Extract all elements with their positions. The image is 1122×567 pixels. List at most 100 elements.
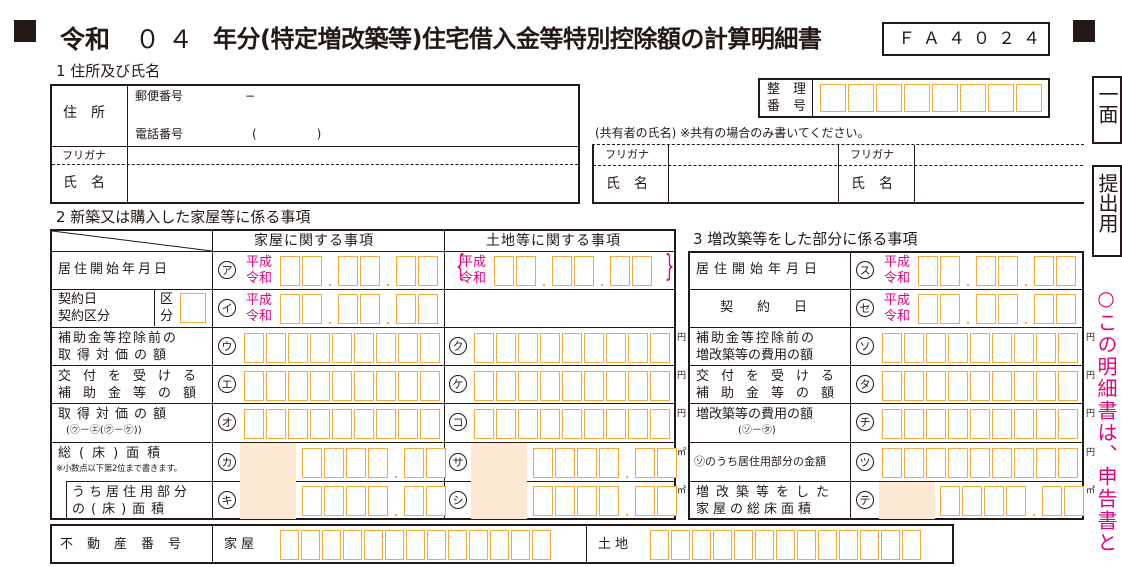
s3-contract-reiwa: 令和 — [884, 309, 911, 324]
corner-diagonal — [52, 231, 212, 251]
page-title: 年分(特定増改築等)住宅借入金等特別控除額の計算明細書 — [213, 25, 822, 53]
fudosan-kaoku-label: 家屋 — [224, 537, 259, 552]
s3-kofu-amount[interactable] — [882, 371, 1078, 401]
s2-land-kofu-amount[interactable] — [474, 371, 670, 401]
s3-unit-m2: ㎡ — [1086, 486, 1096, 496]
s2-land-shutoku-amount[interactable] — [474, 409, 670, 439]
postal-dash: − — [245, 89, 256, 103]
s2-hojo-label-1: 補助金等控除前の — [58, 331, 179, 346]
s2-shutoku-label-1: 取得対価の額 — [58, 407, 173, 422]
s2-house-shutoku-amount[interactable] — [244, 409, 440, 439]
seiri-label-2: 番 号 — [767, 99, 807, 114]
furigana-label: フリガナ — [62, 149, 106, 162]
s2-house-start-date[interactable] — [280, 256, 438, 286]
phone-label: 電話番号 — [135, 127, 184, 141]
s3-hiyo-label-1: 増改築等の費用の額 — [696, 407, 814, 422]
tab-ichimen-label: 一面 — [1095, 84, 1119, 124]
s2-kyoju-label-1: うち居住用部分 — [72, 485, 192, 500]
s2-kofu-label-2: 補助金等の額 — [58, 386, 209, 401]
co-shimei-2: 氏 名 — [851, 176, 893, 192]
s2-land-kyoju-area[interactable] — [533, 486, 677, 516]
fudosan-label: 不動産番号 — [60, 537, 196, 552]
tab-teishutsu-label: 提出用 — [1095, 173, 1119, 233]
mark-ko: コ — [449, 413, 467, 431]
section2-heading: 2 新築又は購入した家屋等に係る事項 — [56, 208, 311, 226]
s2-house-kyoju-area[interactable] — [302, 486, 446, 516]
s2-house-area[interactable] — [302, 448, 446, 478]
col-house-header: 家屋に関する事項 — [254, 233, 374, 249]
mark-so: ソ — [856, 337, 874, 355]
s3-total-label-1: 増改築等をした — [696, 485, 837, 500]
s2-land-start-date[interactable] — [494, 256, 652, 286]
s2-house-kofu-amount[interactable] — [244, 371, 440, 401]
co-furigana-1: フリガナ — [605, 148, 649, 161]
registration-mark-right — [1073, 20, 1095, 42]
s2-kyoju-label-2: の(床)面積 — [72, 502, 171, 517]
s2-contract-reiwa: 令和 — [246, 309, 273, 324]
s2-kubun-input[interactable] — [180, 293, 206, 323]
registration-mark-left — [14, 20, 36, 42]
header-year: ０４ — [135, 25, 202, 54]
s3-start-heisei: 平成 — [884, 255, 911, 270]
s3-kyoju-amount[interactable] — [882, 448, 1078, 478]
mark-se: セ — [856, 299, 874, 317]
s3-hiyo-amount[interactable] — [882, 409, 1078, 439]
fudosan-tochi-label: 土地 — [598, 537, 633, 552]
s3-total-area[interactable] — [940, 486, 1084, 516]
s2-house-start-heisei: 平成 — [246, 255, 273, 270]
fudosan-kaoku-input[interactable] — [280, 530, 551, 560]
section1-heading: 1 住所及び氏名 — [56, 62, 161, 80]
unit-m2-1: ㎡ — [677, 448, 687, 458]
fudosan-tochi-input[interactable] — [650, 530, 921, 560]
s2-contract-heisei: 平成 — [246, 293, 273, 308]
jusho-label: 住 所 — [63, 105, 105, 121]
s3-hojo-amount[interactable] — [882, 333, 1078, 363]
s2-menseki-label: 総(床)面積 — [58, 446, 169, 461]
mark-u: ウ — [218, 337, 236, 355]
tab-teishutsu: 提出用 — [1092, 165, 1122, 257]
land-bracket-left: { — [455, 249, 466, 284]
form-code: ＦＡ４０２４ — [898, 29, 1048, 49]
mark-chi: チ — [856, 413, 874, 431]
s3-contract-label: 契約日 — [720, 300, 832, 315]
tab-ichimen: 一面 — [1092, 76, 1122, 144]
mark-shi: シ — [449, 491, 467, 509]
unit-yen-1: 円 — [677, 333, 687, 343]
s3-contract-date[interactable] — [918, 294, 1076, 324]
seiri-number-input[interactable] — [820, 84, 1042, 112]
col-land-header: 土地等に関する事項 — [486, 233, 621, 249]
unit-m2-2: ㎡ — [677, 486, 687, 496]
s3-start-label: 居住開始年月日 — [696, 262, 823, 277]
s2-hojo-label-2: 取得対価の額 — [58, 348, 173, 363]
s2-contract-date[interactable] — [280, 294, 438, 324]
mark-su: ス — [856, 261, 874, 279]
s2-house-hojo-amount[interactable] — [244, 333, 440, 363]
mark-o: オ — [218, 413, 236, 431]
s2-kubun-2: 分 — [160, 309, 174, 324]
seiri-label-1: 整 理 — [767, 82, 807, 97]
side-note: ○この明細書は、申告書と — [1094, 286, 1118, 554]
s3-kyoju-label: ㋞のうち居住用部分の金額 — [694, 455, 826, 468]
s3-unit-yen-4: 円 — [1086, 448, 1096, 458]
unit-yen-3: 円 — [677, 409, 687, 419]
s2-shutoku-label-2: (㋒－㋓(㋗－㋘)) — [66, 425, 142, 436]
s2-house-start-reiwa: 令和 — [246, 271, 273, 286]
s3-start-date[interactable] — [918, 256, 1076, 286]
mark-ka: カ — [218, 453, 236, 471]
s2-kubun-1: 区 — [160, 292, 174, 307]
s3-unit-yen-1: 円 — [1086, 333, 1096, 343]
co-owner-note: (共有者の氏名) ※共有の場合のみ書いてください。 — [595, 126, 870, 140]
mark-ki: キ — [218, 491, 236, 509]
postal-label: 郵便番号 — [135, 89, 184, 103]
s2-land-area[interactable] — [533, 448, 677, 478]
header-era: 令和 — [60, 25, 111, 54]
mark-ke: ケ — [449, 375, 467, 393]
s2-menseki-note: ※小数点以下第2位まで書きます。 — [56, 464, 182, 474]
mark-a: ア — [218, 261, 236, 279]
s3-hiyo-label-2: (㋞－㋟) — [738, 425, 776, 436]
shimei-label: 氏 名 — [63, 175, 105, 191]
s2-land-hojo-amount[interactable] — [474, 333, 670, 363]
mark-te: テ — [856, 491, 874, 509]
co-shimei-1: 氏 名 — [606, 176, 648, 192]
mark-tsu: ツ — [856, 453, 874, 471]
